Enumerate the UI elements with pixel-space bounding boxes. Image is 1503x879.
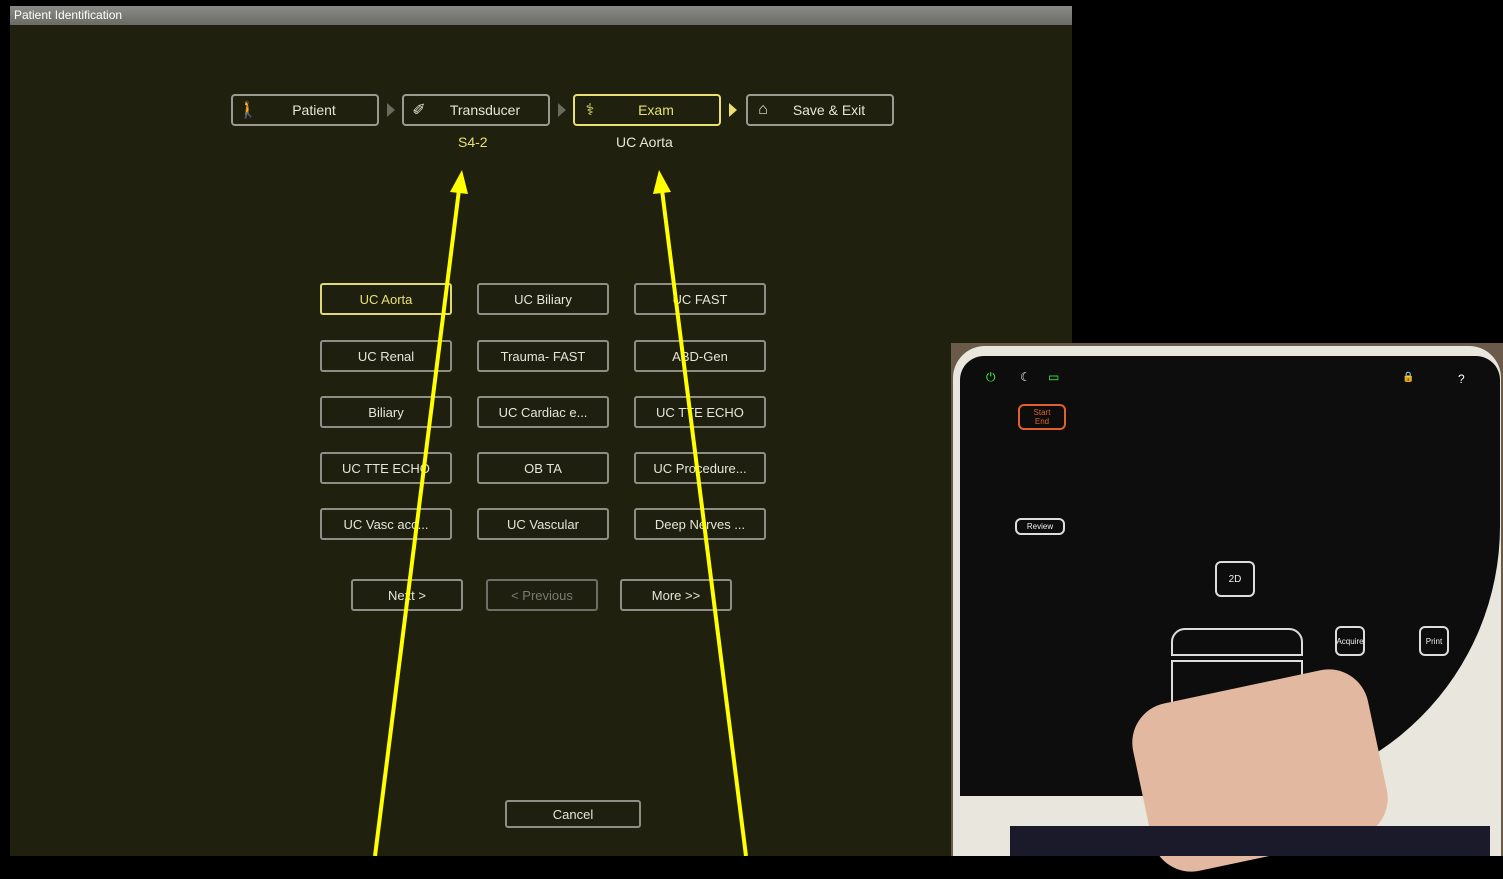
step-label: Exam — [638, 102, 674, 118]
cancel-button[interactable]: Cancel — [505, 800, 641, 828]
end-label: End — [1034, 417, 1050, 426]
step-label: Patient — [292, 102, 336, 118]
touchpad-buttons[interactable] — [1171, 628, 1303, 656]
step-arrow — [729, 103, 737, 117]
previous-button[interactable]: < Previous — [486, 579, 598, 611]
acquire-button[interactable]: Acquire — [1335, 626, 1365, 656]
battery-icon: ▭ — [1048, 370, 1060, 384]
exam-icon: ⚕ — [585, 102, 595, 119]
exam-button[interactable]: Trauma- FAST — [477, 340, 609, 372]
ultrasound-screen: Patient Identification 🚶 Patient ✐ Trans… — [10, 6, 1072, 856]
step-label: Transducer — [449, 102, 521, 118]
exam-button[interactable]: OB TA — [477, 452, 609, 484]
power-icon[interactable]: ⏻ — [986, 370, 996, 385]
next-button[interactable]: Next > — [351, 579, 463, 611]
exam-button[interactable]: UC Aorta — [320, 283, 452, 315]
exam-button[interactable]: UC Vascular — [477, 508, 609, 540]
exam-button[interactable]: UC TTE ECHO — [634, 396, 766, 428]
step-arrow — [387, 103, 395, 117]
exam-button[interactable]: Deep Nerves ... — [634, 508, 766, 540]
step-patient[interactable]: 🚶 Patient — [231, 94, 379, 126]
exam-button[interactable]: UC Vasc acc... — [320, 508, 452, 540]
moon-icon[interactable]: ☾ — [1020, 370, 1031, 384]
save-exit-icon: ⌂ — [758, 101, 768, 118]
step-label: Save & Exit — [792, 102, 866, 118]
exam-button[interactable]: Biliary — [320, 396, 452, 428]
exam-button[interactable]: UC TTE ECHO — [320, 452, 452, 484]
keyboard-row — [1010, 826, 1490, 856]
lock-icon[interactable]: 🔒 — [1402, 372, 1414, 383]
exam-button[interactable]: UC Procedure... — [634, 452, 766, 484]
step-exam[interactable]: ⚕ Exam — [573, 94, 721, 126]
selected-exam: UC Aorta — [616, 134, 673, 150]
print-button[interactable]: Print — [1419, 626, 1449, 656]
step-save-exit[interactable]: ⌂ Save & Exit — [746, 94, 894, 126]
window-title: Patient Identification — [10, 6, 1072, 25]
start-label: Start — [1033, 408, 1051, 417]
selected-transducer: S4-2 — [458, 134, 488, 150]
person-icon: 🚶 — [238, 102, 258, 119]
exam-button[interactable]: UC Biliary — [477, 283, 609, 315]
exam-button[interactable]: UC Renal — [320, 340, 452, 372]
review-button[interactable]: Review — [1015, 518, 1065, 535]
exam-button[interactable]: ABD-Gen — [634, 340, 766, 372]
step-transducer[interactable]: ✐ Transducer — [402, 94, 550, 126]
more-button[interactable]: More >> — [620, 579, 732, 611]
exam-button[interactable]: UC FAST — [634, 283, 766, 315]
start-end-button[interactable]: Start End — [1018, 404, 1066, 430]
transducer-icon: ✐ — [412, 102, 426, 119]
step-arrow — [558, 103, 566, 117]
mode-2d-button[interactable]: 2D — [1215, 561, 1255, 597]
exam-button[interactable]: UC Cardiac e... — [477, 396, 609, 428]
help-icon[interactable]: ? — [1458, 372, 1465, 386]
